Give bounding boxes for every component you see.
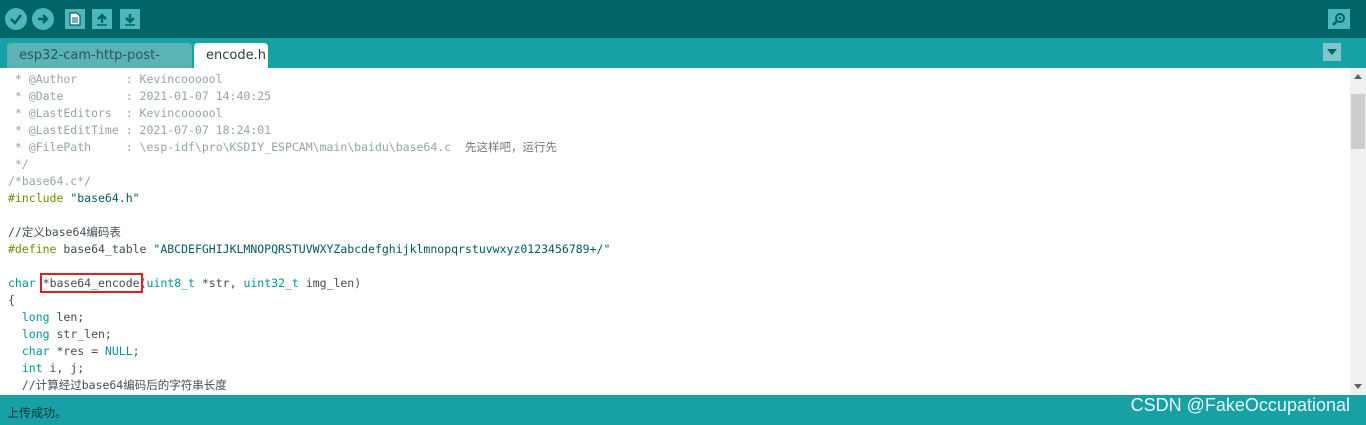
code-token: i, j; xyxy=(42,361,85,375)
save-arrow-down-icon xyxy=(125,14,135,26)
tab-esp32-cam-http-post-arduino[interactable]: esp32-cam-http-post-arduino xyxy=(7,43,192,88)
watermark: CSDN @FakeOccupational xyxy=(1130,395,1350,415)
code-token: uint32_t xyxy=(243,276,299,290)
save-button[interactable] xyxy=(120,9,140,29)
code-line: char *base64_encode(uint8_t *str, uint32… xyxy=(8,273,362,293)
code-token: ; xyxy=(132,344,140,358)
arrow-right-icon xyxy=(38,14,49,24)
code-token: long xyxy=(8,310,50,324)
check-icon xyxy=(10,14,22,25)
code-token: uint8_t xyxy=(146,276,195,290)
code-line: #define base64_table "ABCDEFGHIJKLMNOPQR… xyxy=(8,241,610,258)
code-token: 先这样吧，运行先 xyxy=(464,140,557,154)
tab-menu-button[interactable] xyxy=(1323,43,1341,61)
code-token: *str, xyxy=(194,276,244,290)
code-token: int xyxy=(8,361,43,375)
code-token: len; xyxy=(49,310,85,324)
code-line: char *res = NULL; xyxy=(8,343,140,360)
code-token: NULL xyxy=(104,344,133,358)
code-editor[interactable]: * @Author : Kevincoooool * @Date : 2021-… xyxy=(0,68,1350,395)
code-token: base64_table xyxy=(56,242,154,256)
open-button[interactable] xyxy=(92,9,112,29)
code-line: * @LastEditors : Kevincoooool xyxy=(8,106,223,120)
code-line: //计算经过base64编码后的字符串长度 xyxy=(8,378,227,392)
highlighted-function-name: *base64_encode xyxy=(39,273,143,293)
code-line: long str_len; xyxy=(8,326,112,343)
code-line: //定义base64编码表 xyxy=(8,225,121,239)
code-line: * @Date : 2021-01-07 14:40:25 xyxy=(8,89,272,103)
code-token: *res = xyxy=(49,344,105,358)
code-line: long len; xyxy=(8,309,84,326)
code-token: str_len; xyxy=(49,327,112,341)
scroll-down-button[interactable] xyxy=(1350,378,1366,395)
code-token: "ABCDEFGHIJKLMNOPQRSTUVWXYZabcdefghijklm… xyxy=(153,242,611,256)
code-line: int i, j; xyxy=(8,360,84,377)
magnifier-icon xyxy=(1332,13,1345,26)
vertical-scrollbar[interactable] xyxy=(1350,68,1366,395)
code-line: /*base64.c*/ xyxy=(8,174,92,188)
toolbar xyxy=(0,0,1366,38)
code-token: #define xyxy=(8,242,57,256)
new-file-icon xyxy=(69,12,81,26)
code-token: char xyxy=(8,276,36,290)
code-line: { xyxy=(8,293,15,307)
code-line: * @FilePath : \esp-idf\pro\KSDIY_ESPCAM\… xyxy=(8,139,557,156)
scroll-up-button[interactable] xyxy=(1350,68,1366,85)
code-line: * @LastEditTime : 2021-07-07 18:24:01 xyxy=(8,123,272,137)
code-line: */ xyxy=(8,157,29,171)
tab-bar: esp32-cam-http-post-arduino encode.h xyxy=(0,38,1366,88)
tab-encode-h[interactable]: encode.h xyxy=(194,43,268,68)
code-token: ( xyxy=(139,276,147,290)
chevron-up-icon xyxy=(1354,74,1362,79)
serial-monitor-button[interactable] xyxy=(1328,9,1350,29)
status-bar: 上传成功。 CSDN @FakeOccupational xyxy=(0,395,1366,425)
code-token: * @FilePath : \esp-idf\pro\KSDIY_ESPCAM\… xyxy=(8,140,465,154)
status-message: 上传成功。 xyxy=(7,406,68,420)
upload-button[interactable] xyxy=(32,8,54,30)
code-token: img_len) xyxy=(298,276,362,290)
code-line: * @Author : Kevincoooool xyxy=(8,72,223,86)
scrollbar-thumb[interactable] xyxy=(1351,94,1365,149)
verify-button[interactable] xyxy=(5,8,27,30)
code-token: "base64.h" xyxy=(63,191,140,205)
open-arrow-up-icon xyxy=(97,13,107,26)
code-token: #include xyxy=(8,191,64,205)
code-token: char xyxy=(8,344,50,358)
new-sketch-button[interactable] xyxy=(65,9,85,29)
code-token: long xyxy=(8,327,50,341)
chevron-down-icon xyxy=(1327,49,1337,55)
chevron-down-icon xyxy=(1354,384,1362,389)
code-line: #include "base64.h" xyxy=(8,190,140,207)
